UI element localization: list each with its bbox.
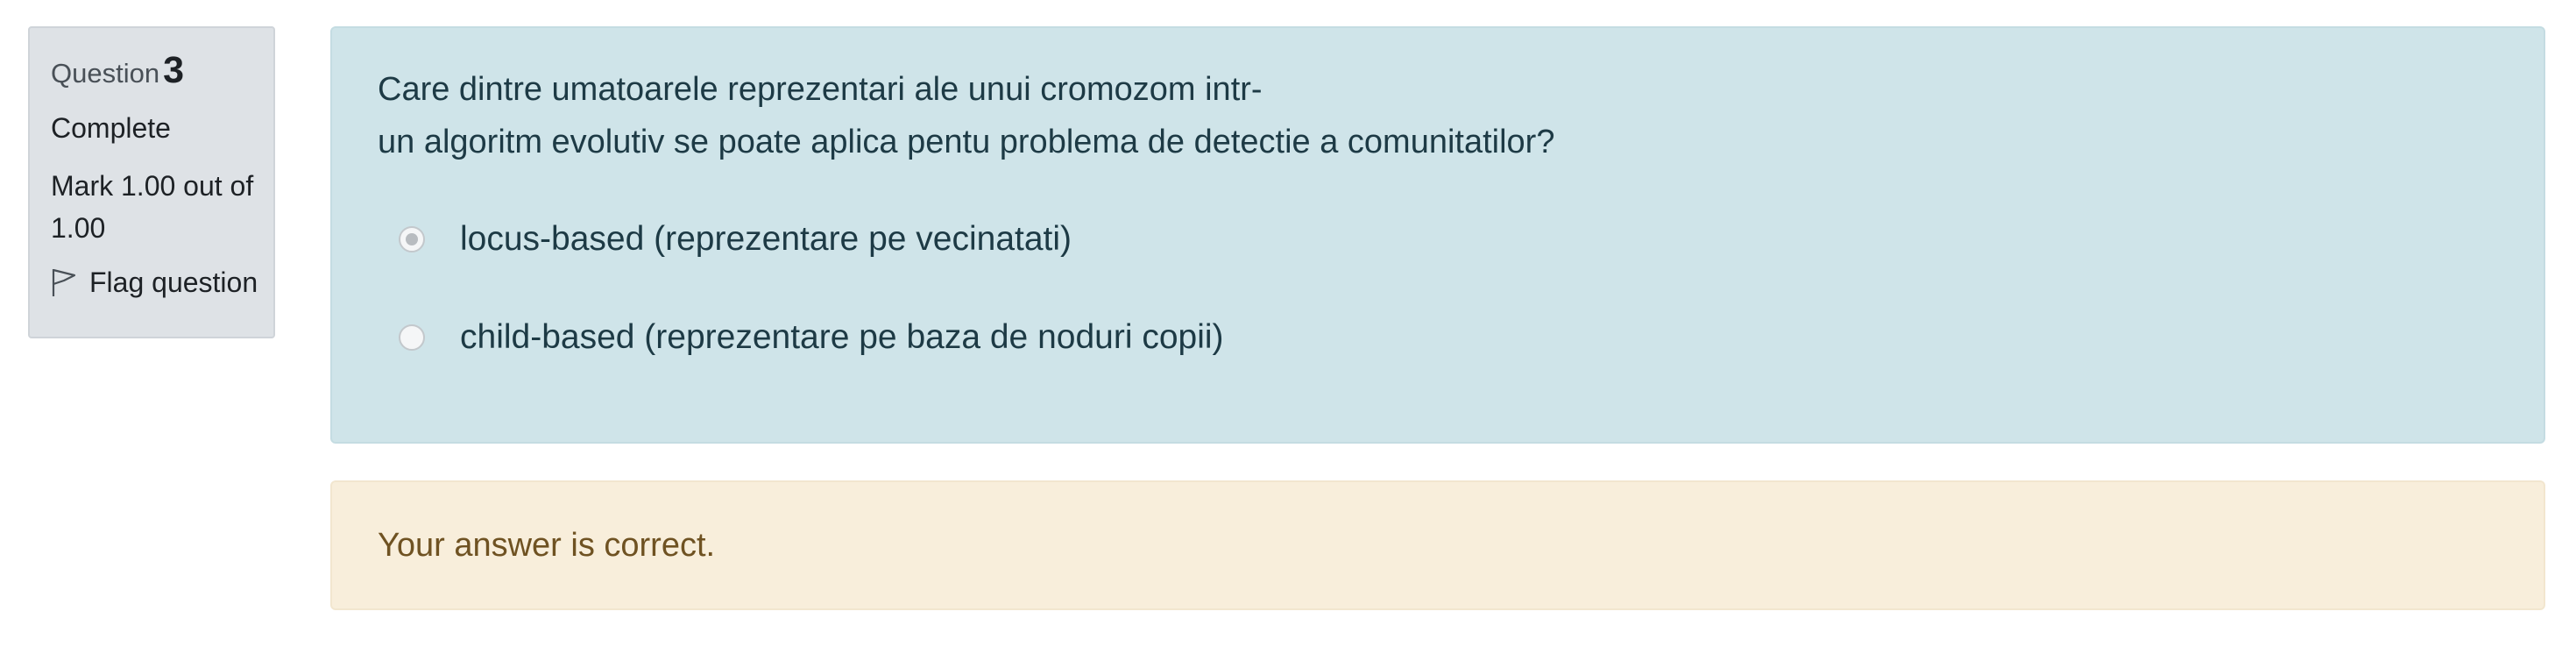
flag-icon: [52, 268, 76, 296]
answer-radio-1[interactable]: [399, 226, 425, 252]
answer-label-2: child-based (reprezentare pe baza de nod…: [460, 318, 1224, 356]
question-text-line-1: Care dintre umatoarele reprezentari ale …: [378, 71, 1263, 108]
quiz-page: Question3 Complete Mark 1.00 out of 1.00…: [0, 0, 2576, 647]
answer-option-child-based[interactable]: child-based (reprezentare pe baza de nod…: [378, 310, 2544, 365]
question-state: Complete: [51, 112, 171, 144]
answer-label-1: locus-based (reprezentare pe vecinatati): [460, 220, 1072, 258]
question-label: Question: [51, 58, 160, 89]
question-text-line-2: un algoritm evolutiv se poate aplica pen…: [378, 124, 1555, 160]
flag-question-link[interactable]: Flag question: [51, 265, 273, 300]
question-grade: Mark 1.00 out of 1.00: [51, 170, 254, 244]
answer-radio-2[interactable]: [399, 324, 425, 351]
answer-option-locus-based[interactable]: locus-based (reprezentare pe vecinatati): [378, 212, 2544, 267]
answer-list: locus-based (reprezentare pe vecinatati)…: [378, 212, 2544, 365]
question-text: Care dintre umatoarele reprezentari ale …: [378, 63, 2544, 168]
question-number: 3: [163, 49, 184, 91]
feedback-text: Your answer is correct.: [378, 526, 716, 564]
question-number-heading: Question3: [51, 52, 273, 91]
feedback-box: Your answer is correct.: [330, 480, 2545, 610]
question-formulation: Care dintre umatoarele reprezentari ale …: [330, 26, 2545, 444]
question-info-panel: Question3 Complete Mark 1.00 out of 1.00…: [28, 26, 275, 338]
flag-question-label: Flag question: [89, 267, 258, 298]
